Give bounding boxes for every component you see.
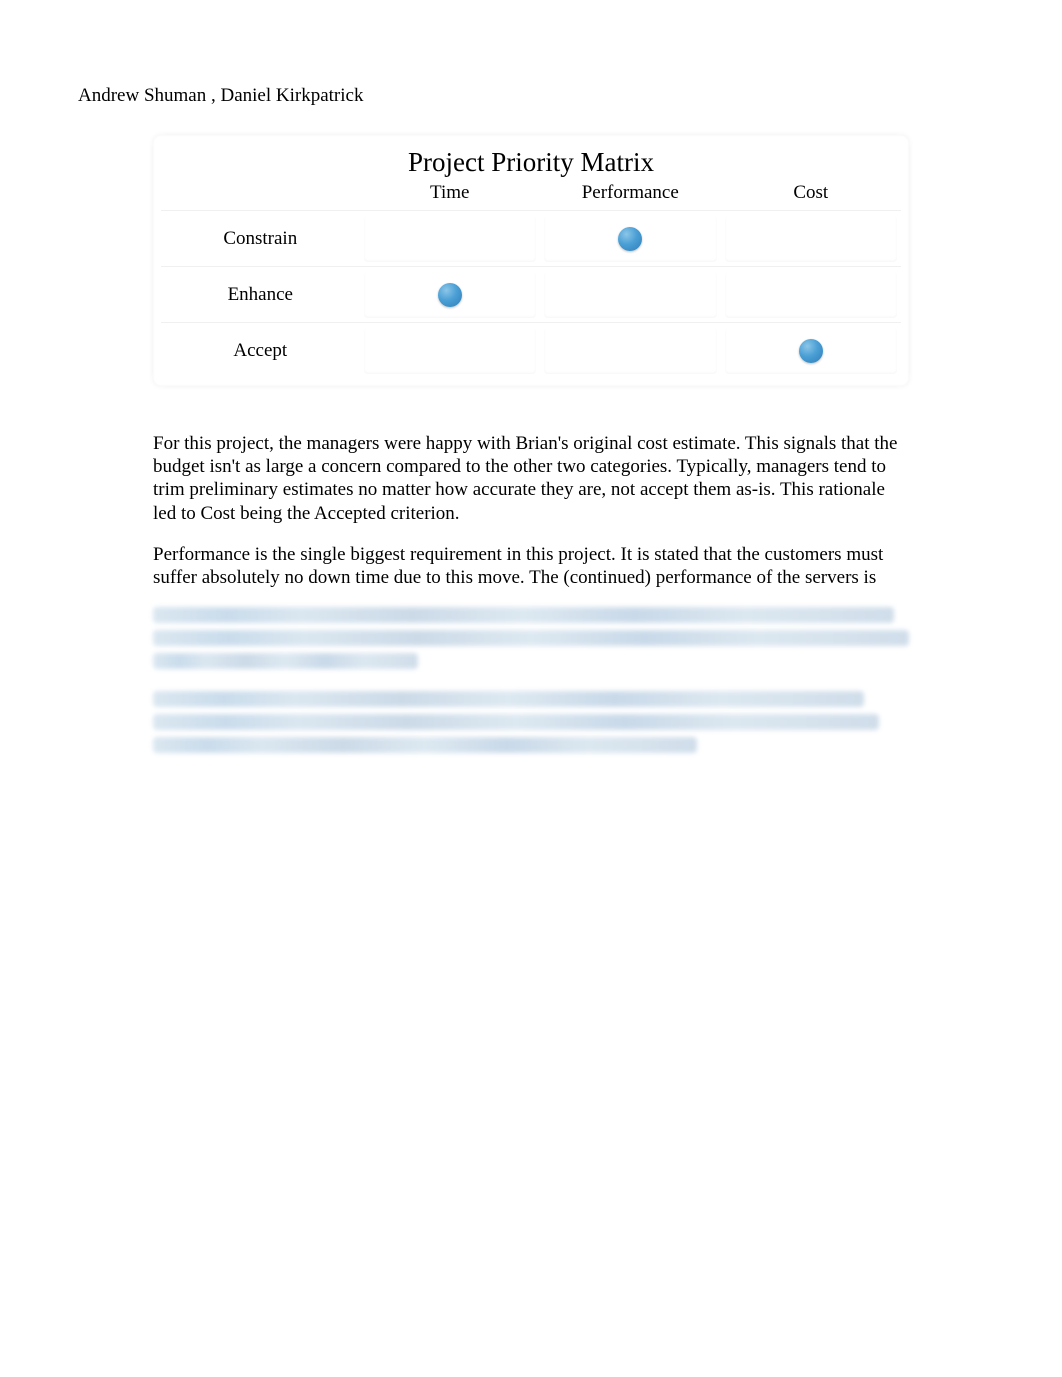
matrix-cell-enhance-time <box>360 266 540 322</box>
matrix-row-enhance: Enhance <box>161 266 360 322</box>
paragraph-2: Performance is the single biggest requir… <box>153 543 909 589</box>
matrix-cell-constrain-performance <box>540 210 720 266</box>
matrix-cell-accept-time <box>360 322 540 378</box>
matrix-grid: Time Performance Cost Constrain Enhance … <box>161 180 901 378</box>
matrix-row-constrain: Constrain <box>161 210 360 266</box>
matrix-cell-constrain-cost <box>721 210 902 266</box>
redacted-line <box>153 630 909 646</box>
redacted-text-region <box>153 607 909 753</box>
redacted-line <box>153 737 697 753</box>
body-text: For this project, the managers were happ… <box>153 432 909 589</box>
matrix-col-cost: Cost <box>721 180 902 210</box>
priority-matrix: Project Priority Matrix Time Performance… <box>153 135 909 386</box>
dot-icon <box>799 339 823 363</box>
author-names: Andrew Shuman , Daniel Kirkpatrick <box>78 85 984 107</box>
matrix-header-empty <box>161 180 360 210</box>
redacted-line <box>153 691 864 707</box>
dot-icon <box>618 227 642 251</box>
matrix-cell-enhance-performance <box>540 266 720 322</box>
document-page: Andrew Shuman , Daniel Kirkpatrick Proje… <box>0 0 1062 753</box>
matrix-cell-accept-cost <box>721 322 902 378</box>
redacted-paragraph <box>153 607 909 669</box>
matrix-col-performance: Performance <box>540 180 720 210</box>
matrix-row-accept: Accept <box>161 322 360 378</box>
redacted-paragraph <box>153 691 909 753</box>
matrix-cell-accept-performance <box>540 322 720 378</box>
redacted-line <box>153 607 894 623</box>
redacted-line <box>153 653 418 669</box>
dot-icon <box>438 283 462 307</box>
matrix-cell-constrain-time <box>360 210 540 266</box>
paragraph-1: For this project, the managers were happ… <box>153 432 909 525</box>
redacted-line <box>153 714 879 730</box>
matrix-cell-enhance-cost <box>721 266 902 322</box>
matrix-title: Project Priority Matrix <box>161 143 901 180</box>
matrix-col-time: Time <box>360 180 540 210</box>
